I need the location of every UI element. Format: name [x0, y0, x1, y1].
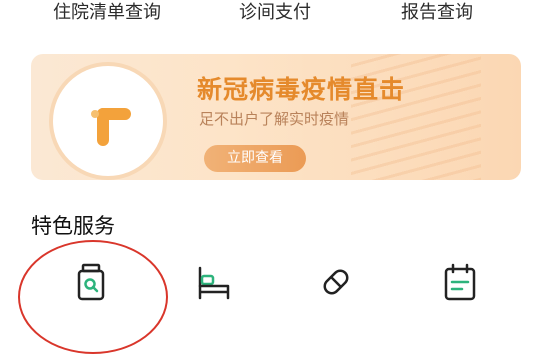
pill-capsule-icon	[323, 269, 349, 295]
service-item-calendar[interactable]	[410, 262, 510, 320]
banner-subtitle: 足不出户了解实时疫情	[199, 110, 350, 128]
menu-item-clinic-payment[interactable]: 诊间支付	[239, 0, 311, 28]
menu-item-inpatient-bill[interactable]: 住院清单查询	[53, 0, 161, 28]
banner-title: 新冠病毒疫情直击	[197, 75, 406, 104]
calendar-icon	[444, 263, 476, 301]
banner-illustration	[53, 66, 163, 176]
menu-item-report-query[interactable]: 报告查询	[401, 0, 473, 28]
top-menu-row: 住院清单查询 诊间支付 报告查询	[0, 0, 540, 30]
bed-icon	[198, 266, 230, 300]
service-item-medicine[interactable]	[41, 262, 141, 320]
featured-services-title: 特色服务	[31, 214, 115, 238]
service-item-pill[interactable]	[286, 262, 386, 320]
covid-banner[interactable]: 新冠病毒疫情直击 足不出户了解实时疫情 立即查看	[31, 54, 521, 180]
clock-icon	[91, 108, 131, 146]
service-item-bed[interactable]	[164, 262, 264, 320]
view-now-button[interactable]: 立即查看	[204, 145, 306, 172]
medicine-bottle-icon	[77, 263, 105, 301]
